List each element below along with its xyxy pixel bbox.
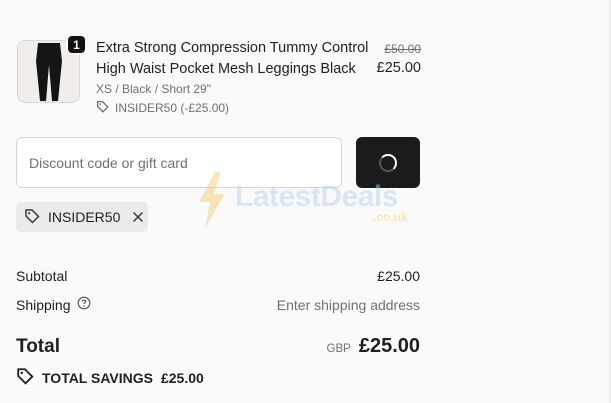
total-savings: TOTAL SAVINGS £25.00	[16, 367, 204, 388]
current-price: £25.00	[376, 60, 421, 76]
total-amount-group: GBP £25.00	[327, 335, 420, 358]
currency-code: GBP	[326, 343, 351, 355]
shipping-row: Shipping Enter shipping address	[16, 296, 420, 313]
total-value: £25.00	[358, 335, 420, 357]
savings-value: £25.00	[160, 369, 204, 386]
applied-code-label: INSIDER50	[48, 209, 121, 225]
applied-discount-chip: INSIDER50	[16, 202, 148, 232]
subtotal-label: Subtotal	[16, 268, 68, 284]
product-discount: INSIDER50 (-£25.00)	[96, 100, 229, 116]
shipping-label: Shipping	[16, 296, 71, 313]
line-item: 1 Extra Strong Compression Tummy Control…	[17, 34, 421, 118]
loading-spinner-icon	[379, 153, 397, 172]
tag-icon	[96, 100, 109, 116]
product-title: Extra Strong Compression Tummy Control H…	[96, 40, 369, 77]
lightning-bolt-icon	[199, 172, 225, 228]
watermark-subtext: .co.uk	[373, 210, 408, 224]
close-icon	[133, 211, 144, 223]
savings-tag-icon	[16, 367, 34, 388]
remove-discount-button[interactable]	[132, 211, 144, 223]
product-variant: XS / Black / Short 29"	[96, 82, 211, 96]
total-label: Total	[16, 335, 60, 357]
tag-icon	[24, 208, 40, 227]
quantity-badge: 1	[66, 34, 87, 55]
original-price: £50.00	[384, 42, 421, 56]
watermark-text: LatestDeals	[235, 180, 398, 213]
shipping-value: Enter shipping address	[276, 296, 420, 313]
total-row: Total GBP £25.00	[16, 335, 420, 358]
savings-label: TOTAL SAVINGS	[42, 369, 153, 386]
watermark-logo: LatestDeals .co.uk	[195, 172, 425, 228]
product-discount-label: INSIDER50 (-£25.00)	[115, 101, 230, 115]
subtotal-row: Subtotal £25.00	[16, 268, 420, 284]
subtotal-value: £25.00	[377, 268, 420, 284]
shipping-label-group: Shipping	[16, 296, 91, 313]
help-icon[interactable]	[77, 296, 91, 313]
